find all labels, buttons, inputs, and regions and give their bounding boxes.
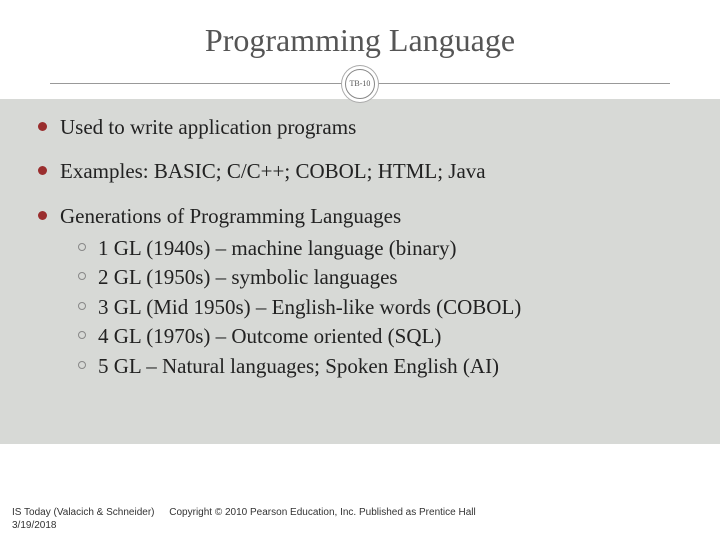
bullet-item: Examples: BASIC; C/C++; COBOL; HTML; Jav… [38,157,682,185]
sub-bullet-item: 1 GL (1940s) – machine language (binary) [78,234,682,263]
bullet-text: Examples: BASIC; C/C++; COBOL; HTML; Jav… [60,159,486,183]
bullet-text: Generations of Programming Languages [60,204,401,228]
sub-bullet-item: 5 GL – Natural languages; Spoken English… [78,352,682,381]
footer-copyright: Copyright © 2010 Pearson Education, Inc.… [169,507,475,518]
sub-bullet-item: 4 GL (1970s) – Outcome oriented (SQL) [78,322,682,351]
sub-bullet-list: 1 GL (1940s) – machine language (binary)… [78,234,682,381]
bullet-item: Generations of Programming Languages 1 G… [38,202,682,381]
content-area: Used to write application programs Examp… [0,99,720,444]
footer: IS Today (Valacich & Schneider) Copyrigh… [12,506,476,532]
sub-bullet-item: 3 GL (Mid 1950s) – English-like words (C… [78,293,682,322]
footer-date: 3/19/2018 [12,520,57,531]
slide-number-badge: TB-10 [345,69,375,99]
bullet-text: Used to write application programs [60,115,356,139]
footer-source: IS Today (Valacich & Schneider) [12,506,154,519]
bullet-item: Used to write application programs [38,113,682,141]
sub-bullet-item: 2 GL (1950s) – symbolic languages [78,263,682,292]
bullet-list: Used to write application programs Examp… [38,113,682,381]
slide: Programming Language TB-10 Used to write… [0,0,720,540]
slide-title: Programming Language [0,22,720,59]
title-area: Programming Language [0,0,720,59]
badge-area: TB-10 [0,69,720,99]
